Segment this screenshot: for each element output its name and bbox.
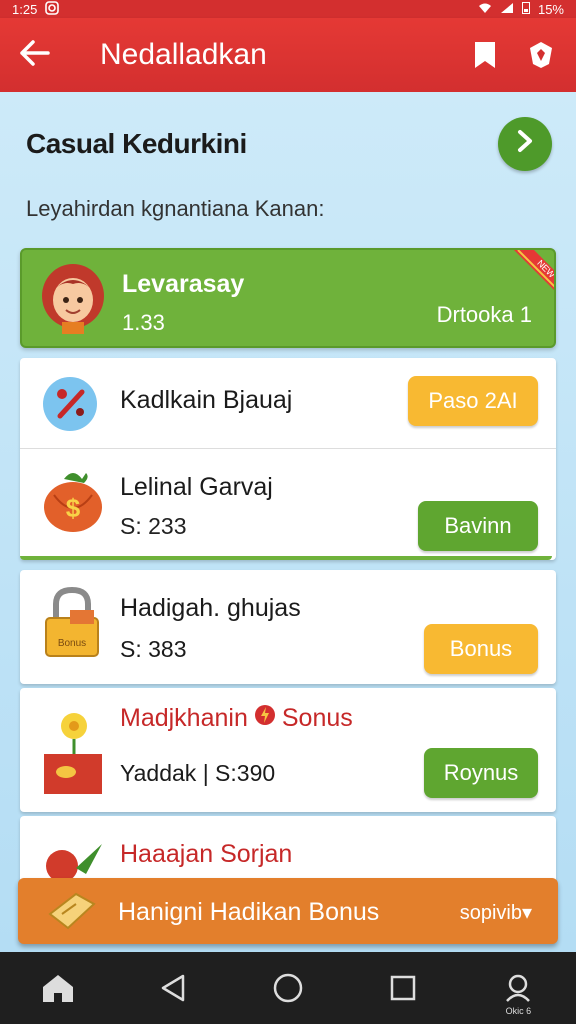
- padlock-icon: Bonus: [42, 586, 102, 669]
- item-label-left: Madjkhanin: [120, 704, 248, 732]
- girl-avatar-icon: [40, 262, 106, 334]
- money-bag-icon: $: [42, 465, 104, 538]
- bookmark-icon[interactable]: [470, 40, 500, 70]
- item-label: Kadlkain Bjauaj: [120, 386, 293, 414]
- featured-card[interactable]: Levarasay 1.33 Drtooka 1 NEW: [20, 248, 556, 348]
- bonus-label: Hanigni Hadikan Bonus: [118, 898, 380, 926]
- recents-button[interactable]: [373, 958, 433, 1018]
- item-action-button[interactable]: Bavinn: [418, 501, 538, 551]
- wifi-icon: [478, 2, 492, 17]
- progress-line: [20, 556, 552, 560]
- home-button[interactable]: [28, 958, 88, 1018]
- next-button[interactable]: [498, 117, 552, 171]
- list-item[interactable]: $ Lelinal Garvaj S: 233 Bavinn: [20, 449, 556, 557]
- item-action-button[interactable]: Bonus: [424, 624, 538, 674]
- circle-home-button[interactable]: [258, 958, 318, 1018]
- flower-pot-icon: [42, 704, 104, 803]
- svg-text:$: $: [66, 493, 81, 523]
- item-card-3[interactable]: Madjkhanin Sonus Yaddak | S:390 Roynus: [20, 688, 556, 812]
- item-label: Lelinal Garvaj: [120, 473, 273, 501]
- bonus-bar[interactable]: Hanigni Hadikan Bonus sopivib▾: [18, 878, 558, 944]
- item-label: Madjkhanin Sonus: [120, 704, 353, 733]
- item-action-button[interactable]: Roynus: [424, 748, 538, 798]
- system-nav-bar: Okic 6: [0, 952, 576, 1024]
- bonus-dropdown[interactable]: sopivib▾: [460, 900, 532, 925]
- item-action-button[interactable]: Paso 2AI: [408, 376, 538, 426]
- instagram-icon: [45, 0, 60, 18]
- item-value: S: 233: [120, 513, 187, 539]
- pin-icon: [42, 376, 98, 437]
- status-bar: 1:25 15%: [0, 0, 576, 18]
- list-item[interactable]: Kadlkain Bjauaj Paso 2AI: [20, 358, 556, 448]
- new-ribbon: NEW: [504, 250, 554, 310]
- signal-icon: [500, 2, 514, 17]
- battery-icon: [521, 1, 530, 17]
- page-title: Nedalladkan: [100, 38, 267, 71]
- profile-button[interactable]: Okic 6: [488, 958, 548, 1018]
- padlock-label: Bonus: [58, 638, 86, 649]
- back-button[interactable]: [0, 18, 70, 92]
- section-header: Casual Kedurkini: [26, 116, 552, 172]
- main-content: Casual Kedurkini Leyahirdan kgnantiana K…: [0, 92, 576, 952]
- lightning-icon: [254, 704, 276, 733]
- featured-value: 1.33: [122, 310, 165, 335]
- item-value: Yaddak | S:390: [120, 760, 276, 786]
- back-nav-button[interactable]: [143, 958, 203, 1018]
- profile-caption: Okic 6: [505, 1006, 532, 1016]
- chevron-right-icon: [515, 128, 535, 160]
- item-value: S: 383: [120, 636, 187, 662]
- status-time: 1:25: [12, 1, 38, 17]
- item-card-2[interactable]: Bonus Hadigah. ghujas S: 383 Bonus: [20, 570, 556, 684]
- item-card-1: Kadlkain Bjauaj Paso 2AI $ Lelinal Garva…: [20, 358, 556, 560]
- item-label-right: Sonus: [281, 704, 353, 732]
- item-label: Hadigah. ghujas: [120, 594, 301, 622]
- arrow-left-icon: [20, 36, 50, 75]
- battery-level: 15%: [537, 1, 564, 17]
- app-bar: Nedalladkan: [0, 18, 576, 92]
- featured-name: Levarasay: [122, 270, 245, 298]
- item-label: Haaajan Sorjan: [120, 840, 293, 868]
- section-subtitle: Leyahirdan kgnantiana Kanan:: [26, 196, 325, 221]
- ticket-icon: [46, 890, 98, 937]
- shield-icon[interactable]: [526, 40, 556, 70]
- section-title: Casual Kedurkini: [26, 128, 247, 159]
